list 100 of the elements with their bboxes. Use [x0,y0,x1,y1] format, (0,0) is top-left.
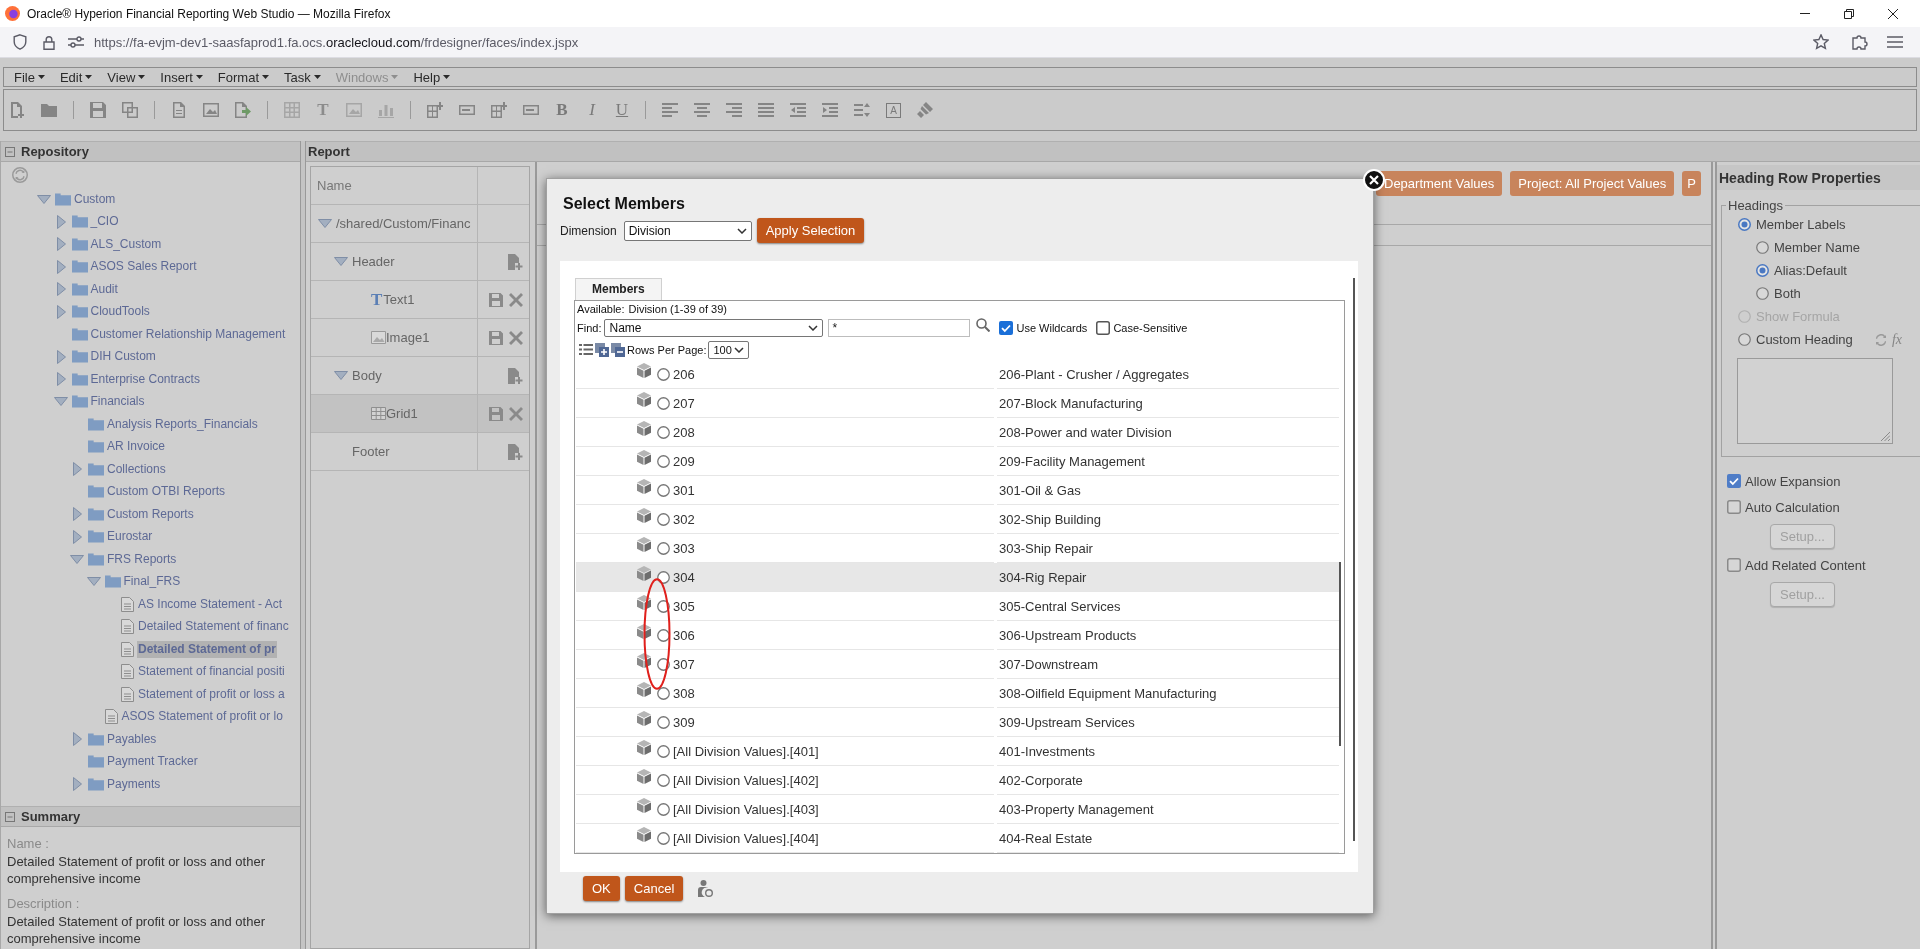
underline-button[interactable]: U [615,102,629,118]
outline-row[interactable]: Footer [311,433,529,471]
grid-plus-icon[interactable] [427,102,443,118]
right-triangle-icon[interactable] [73,777,82,792]
menu-item[interactable]: Format [217,69,269,85]
radio-button[interactable] [657,744,670,758]
member-row[interactable]: [All Division Values].[401] 401-Investments [576,737,1339,766]
down-triangle-icon[interactable] [53,397,68,407]
member-row[interactable]: 206 206-Plant - Crusher / Aggregates [576,360,1339,389]
tree-item[interactable]: Payment Tracker [106,753,199,771]
checkbox[interactable] [1727,558,1741,572]
radio-button[interactable] [657,396,670,410]
member-row[interactable]: 306 306-Upstream Products [576,621,1339,650]
radio-button[interactable] [1738,218,1751,231]
dimension-button[interactable]: P [1682,171,1701,196]
radio-button[interactable] [657,512,670,526]
dialog-button[interactable]: Cancel [624,876,684,901]
member-row[interactable]: 307 307-Downstream [576,650,1339,679]
radio-button[interactable] [657,686,670,700]
right-triangle-icon[interactable] [73,507,82,522]
menu-item[interactable]: View [107,69,146,85]
right-triangle-icon[interactable] [56,349,66,364]
formula-button[interactable]: fx [1891,331,1902,348]
new-document-icon[interactable] [9,102,25,118]
right-triangle-icon[interactable] [56,282,66,297]
delete-icon[interactable] [509,330,523,345]
lock-icon[interactable] [43,34,55,50]
member-row[interactable]: 207 207-Block Manufacturing [576,389,1339,418]
save-icon[interactable] [489,330,503,345]
align-right-icon[interactable] [726,102,742,118]
bold-button[interactable]: B [555,102,569,118]
right-triangle-icon[interactable] [56,259,66,274]
tree-item[interactable]: Detailed Statement of pr [137,640,278,658]
puzzle-icon[interactable] [1852,34,1868,50]
tree-item[interactable]: Financials [89,393,146,411]
text-box-button[interactable]: A [886,102,901,118]
member-row[interactable]: 303 303-Ship Repair [576,534,1339,563]
member-row[interactable]: [All Division Values].[404] 404-Real Estate [576,824,1339,853]
menu-item[interactable]: Edit [59,69,93,85]
tree-item[interactable]: Analysis Reports_Financials [106,415,259,433]
member-row[interactable]: [All Division Values].[402] 402-Corporate [576,766,1339,795]
radio-button[interactable] [657,483,670,497]
down-triangle-icon[interactable] [37,194,51,204]
tree-item[interactable]: Customer Relationship Management [89,325,287,343]
member-row[interactable]: 305 305-Central Services [576,592,1339,621]
line-spacing-icon[interactable] [854,102,870,118]
tree-item[interactable]: _CIO [89,213,120,231]
tree-item[interactable]: DIH Custom [89,348,157,366]
close-icon[interactable] [1888,8,1898,19]
outline-row[interactable]: TText1 [311,281,529,319]
shield-icon[interactable] [13,34,27,50]
member-row[interactable]: 209 209-Facility Management [576,447,1339,476]
indent-icon[interactable] [822,102,838,118]
down-triangle-icon[interactable] [334,371,348,380]
overlapping-squares-icon[interactable] [122,102,138,118]
tree-item[interactable]: Audit [89,280,119,298]
dimension-select[interactable]: Division [623,220,752,241]
restore-icon[interactable] [1844,8,1854,19]
outline-row[interactable]: Image1 [311,319,529,357]
refresh-icon[interactable] [1874,333,1887,346]
menu-icon[interactable] [1887,36,1903,48]
search-input[interactable]: * [828,319,971,337]
add-page-icon[interactable] [508,253,523,270]
scrollbar-thumb[interactable] [1353,278,1355,841]
add-page-icon[interactable] [508,443,523,460]
checkbox[interactable] [1727,474,1741,488]
member-row[interactable]: 308 308-Oilfield Equipment Manufacturing [576,679,1339,708]
field-icon[interactable] [459,105,475,115]
brush-icon[interactable] [917,102,933,118]
right-triangle-icon[interactable] [73,732,82,747]
down-triangle-icon[interactable] [86,577,101,587]
tree-item[interactable]: Final_FRS [122,573,182,591]
save-icon[interactable] [90,102,106,118]
menu-item[interactable]: File [14,69,45,85]
radio-button[interactable] [1756,241,1769,254]
custom-heading-field[interactable] [1737,358,1893,444]
tree-item[interactable]: Eurostar [106,528,154,546]
outline-row[interactable]: Grid1 [311,395,529,433]
tree-item[interactable]: Payments [106,775,162,793]
radio-button[interactable] [657,628,670,642]
align-left-icon[interactable] [662,102,678,118]
splitter[interactable] [300,141,306,949]
tree-item[interactable]: Detailed Statement of financ [137,618,290,636]
radio-button[interactable] [1756,264,1769,277]
dimension-button[interactable]: Department Values [1376,171,1503,196]
collapse-icon[interactable] [5,146,15,157]
tree-item[interactable]: Statement of financial positi [137,663,286,681]
tree-item[interactable]: Custom OTBI Reports [106,483,227,501]
radio-button[interactable] [1756,287,1769,300]
sliders-icon[interactable] [68,36,84,48]
down-triangle-icon[interactable] [318,219,332,228]
right-triangle-icon[interactable] [56,237,66,252]
folder-icon[interactable] [41,102,57,118]
member-row[interactable]: 301 301-Oil & Gas [576,476,1339,505]
radio-button[interactable] [657,715,670,729]
outline-row[interactable]: Header [311,243,529,281]
tree-item[interactable]: Statement of profit or loss a [137,685,286,703]
person-icon[interactable] [698,879,714,898]
grid-plus-icon[interactable] [491,102,507,118]
collapse-all-icon[interactable] [611,342,625,357]
